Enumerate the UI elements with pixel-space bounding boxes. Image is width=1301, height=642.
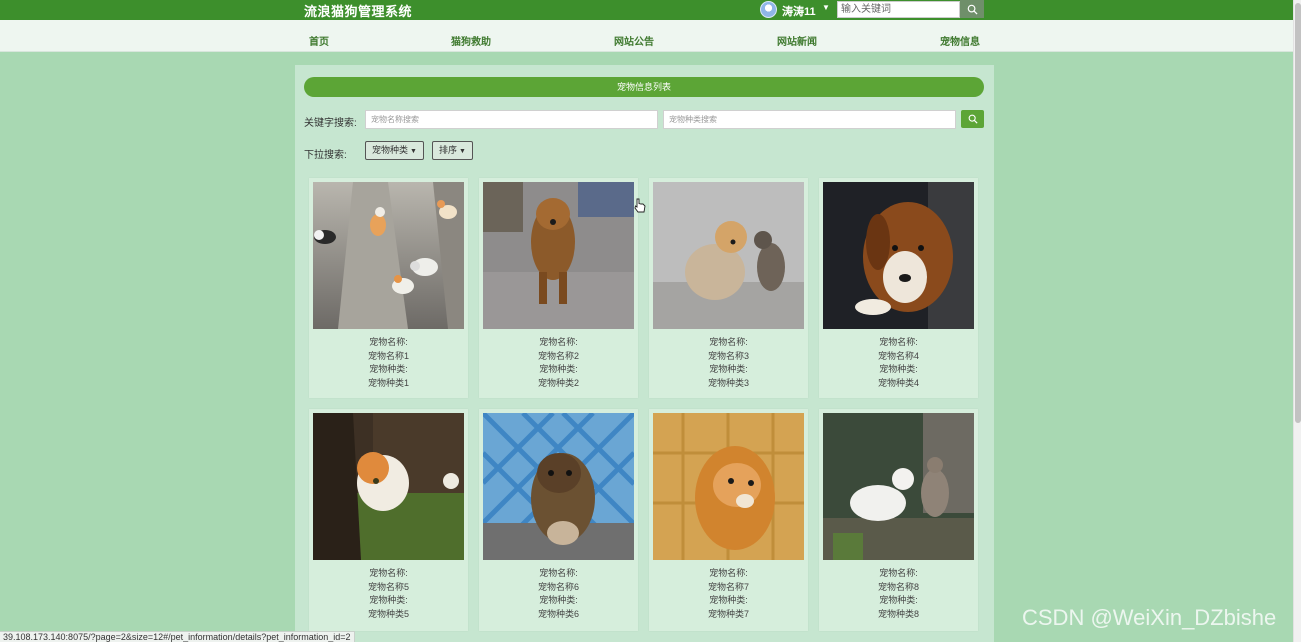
pet-name: 宠物名称6 bbox=[537, 581, 579, 592]
pet-type: 宠物种类3 bbox=[707, 377, 749, 388]
pet-card[interactable]: 宠物名称: 宠物名称1 宠物种类: 宠物种类1 bbox=[309, 178, 468, 398]
pet-type-label: 宠物种类: bbox=[369, 595, 408, 606]
caret-down-icon: ▼ bbox=[459, 148, 466, 155]
pet-name: 宠物名称3 bbox=[707, 350, 749, 361]
pet-info: 宠物名称: 宠物名称6 宠物种类: 宠物种类6 bbox=[479, 567, 638, 621]
pet-name: 宠物名称1 bbox=[367, 350, 409, 361]
keyword-search-label: 关键字搜索: bbox=[304, 118, 357, 129]
top-search-button[interactable] bbox=[960, 0, 984, 18]
pet-info: 宠物名称: 宠物名称5 宠物种类: 宠物种类5 bbox=[309, 567, 468, 621]
sort-dropdown-label: 排序 bbox=[439, 145, 458, 155]
pet-name: 宠物名称4 bbox=[877, 350, 919, 361]
pet-type-search-input[interactable] bbox=[663, 110, 956, 129]
pet-type-label: 宠物种类: bbox=[369, 364, 408, 375]
nav-item-announcements[interactable]: 网站公告 bbox=[614, 33, 654, 48]
chevron-down-icon[interactable]: ▼ bbox=[822, 3, 830, 12]
pet-name-label: 宠物名称: bbox=[369, 337, 408, 347]
pet-card[interactable]: 宠物名称: 宠物名称3 宠物种类: 宠物种类3 bbox=[649, 178, 808, 398]
pet-photo[interactable] bbox=[653, 182, 804, 329]
sort-dropdown[interactable]: 排序 ▼ bbox=[432, 141, 473, 160]
pet-photo[interactable] bbox=[483, 413, 634, 560]
pet-info: 宠物名称: 宠物名称3 宠物种类: 宠物种类3 bbox=[649, 336, 808, 390]
scrollbar-thumb[interactable] bbox=[1295, 3, 1301, 423]
nav-item-pet-info[interactable]: 宠物信息 bbox=[940, 33, 980, 48]
pet-type-label: 宠物种类: bbox=[879, 364, 918, 375]
pet-type: 宠物种类8 bbox=[877, 608, 919, 619]
username[interactable]: 涛涛11 bbox=[782, 3, 816, 19]
pet-type: 宠物种类7 bbox=[707, 608, 749, 619]
pet-card[interactable]: 宠物名称: 宠物名称4 宠物种类: 宠物种类4 bbox=[819, 178, 978, 398]
dropdown-search-label: 下拉搜索: bbox=[304, 150, 347, 161]
caret-down-icon: ▼ bbox=[410, 148, 417, 155]
pet-info: 宠物名称: 宠物名称4 宠物种类: 宠物种类4 bbox=[819, 336, 978, 390]
nav-item-news[interactable]: 网站新闻 bbox=[777, 33, 817, 48]
pet-photo[interactable] bbox=[313, 182, 464, 329]
pet-name-label: 宠物名称: bbox=[369, 568, 408, 578]
nav-item-home[interactable]: 首页 bbox=[309, 33, 329, 48]
link-status-bar: 39.108.173.140:8075/?page=2&size=12#/pet… bbox=[0, 631, 355, 642]
pet-type: 宠物种类6 bbox=[537, 608, 579, 619]
pet-info: 宠物名称: 宠物名称1 宠物种类: 宠物种类1 bbox=[309, 336, 468, 390]
pet-name: 宠物名称8 bbox=[877, 581, 919, 592]
pet-type-dropdown[interactable]: 宠物种类 ▼ bbox=[365, 141, 424, 160]
pet-type-label: 宠物种类: bbox=[709, 364, 748, 375]
pet-type-label: 宠物种类: bbox=[879, 595, 918, 606]
pet-photo[interactable] bbox=[653, 413, 804, 560]
pet-photo[interactable] bbox=[313, 413, 464, 560]
pet-type: 宠物种类4 bbox=[877, 377, 919, 388]
pet-photo[interactable] bbox=[823, 413, 974, 560]
watermark: CSDN @WeiXin_DZbishe bbox=[1022, 605, 1277, 630]
pet-card[interactable]: 宠物名称: 宠物名称6 宠物种类: 宠物种类6 bbox=[479, 409, 638, 631]
pet-card[interactable]: 宠物名称: 宠物名称7 宠物种类: 宠物种类7 bbox=[649, 409, 808, 631]
main-nav: 首页 猫狗救助 网站公告 网站新闻 宠物信息 bbox=[0, 20, 1293, 52]
pet-name-label: 宠物名称: bbox=[709, 568, 748, 578]
pet-info: 宠物名称: 宠物名称7 宠物种类: 宠物种类7 bbox=[649, 567, 808, 621]
pet-photo[interactable] bbox=[483, 182, 634, 329]
pet-name: 宠物名称7 bbox=[707, 581, 749, 592]
scrollbar[interactable] bbox=[1293, 0, 1301, 642]
pet-card[interactable]: 宠物名称: 宠物名称8 宠物种类: 宠物种类8 bbox=[819, 409, 978, 631]
pet-info: 宠物名称: 宠物名称2 宠物种类: 宠物种类2 bbox=[479, 336, 638, 390]
user-avatar[interactable] bbox=[760, 1, 777, 18]
pet-type: 宠物种类1 bbox=[367, 377, 409, 388]
pet-name-label: 宠物名称: bbox=[539, 568, 578, 578]
pet-name-search-input[interactable] bbox=[365, 110, 658, 129]
pet-name-label: 宠物名称: bbox=[879, 568, 918, 578]
pet-card[interactable]: 宠物名称: 宠物名称2 宠物种类: 宠物种类2 bbox=[479, 178, 638, 398]
list-title: 宠物信息列表 bbox=[304, 77, 984, 97]
top-bar: 流浪猫狗管理系统 涛涛11 ▼ bbox=[0, 0, 1293, 20]
search-icon bbox=[968, 114, 978, 124]
pet-type-label: 宠物种类: bbox=[709, 595, 748, 606]
search-icon bbox=[967, 4, 978, 15]
pet-name-label: 宠物名称: bbox=[879, 337, 918, 347]
pet-name-label: 宠物名称: bbox=[539, 337, 578, 347]
nav-item-rescue[interactable]: 猫狗救助 bbox=[451, 33, 491, 48]
pet-name: 宠物名称2 bbox=[537, 350, 579, 361]
keyword-search-button[interactable] bbox=[961, 110, 984, 128]
pet-type: 宠物种类2 bbox=[537, 377, 579, 388]
hand-cursor-icon bbox=[634, 198, 646, 213]
pet-type-label: 宠物种类: bbox=[539, 364, 578, 375]
pet-list-panel: 宠物信息列表 关键字搜索: 下拉搜索: 宠物种类▼ 排序▼ 宠 bbox=[295, 65, 994, 642]
pet-info: 宠物名称: 宠物名称8 宠物种类: 宠物种类8 bbox=[819, 567, 978, 621]
site-title[interactable]: 流浪猫狗管理系统 bbox=[304, 1, 412, 20]
pet-name-label: 宠物名称: bbox=[709, 337, 748, 347]
pet-photo[interactable] bbox=[823, 182, 974, 329]
pet-card[interactable]: 宠物名称: 宠物名称5 宠物种类: 宠物种类5 bbox=[309, 409, 468, 631]
pet-type-label: 宠物种类: bbox=[539, 595, 578, 606]
pet-type-dropdown-label: 宠物种类 bbox=[372, 145, 409, 155]
pet-type: 宠物种类5 bbox=[367, 608, 409, 619]
pet-name: 宠物名称5 bbox=[367, 581, 409, 592]
top-search-input[interactable] bbox=[837, 1, 960, 18]
